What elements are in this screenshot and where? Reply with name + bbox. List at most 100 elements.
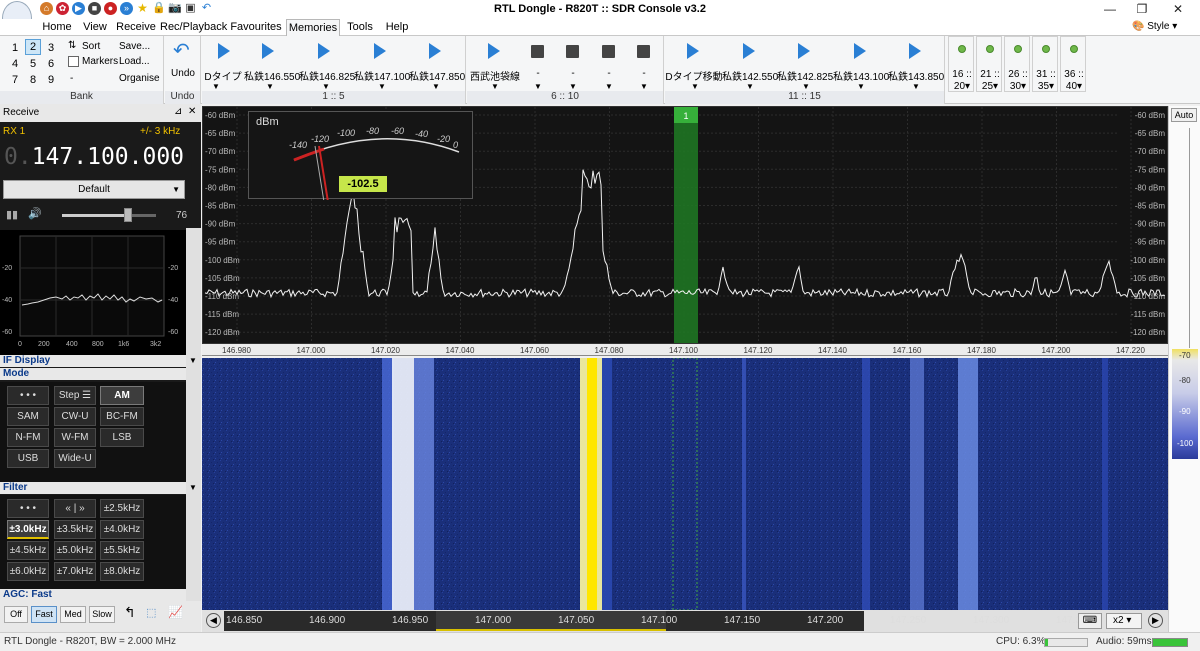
receive-marker-band[interactable] <box>674 107 698 343</box>
dropdown-icon[interactable]: ▼ <box>378 82 386 91</box>
filter-header[interactable]: Filter <box>0 482 186 494</box>
bank-4[interactable]: 4 <box>8 58 22 70</box>
memory-5[interactable]: 私鉄147.850 <box>409 68 465 83</box>
page-31-35[interactable]: 31 :: 35▾ <box>1032 36 1058 92</box>
mode-wide-u-button[interactable]: Wide-U <box>54 449 96 468</box>
memory-1[interactable]: Dタイプ <box>202 68 244 83</box>
dropdown-icon[interactable]: ▼ <box>605 82 613 91</box>
scroll-right-icon[interactable]: ▶ <box>1148 613 1163 628</box>
dropdown-icon[interactable]: ▼ <box>266 82 274 91</box>
mode-bc-fm-button[interactable]: BC-FM <box>100 407 144 426</box>
filter-more-button[interactable]: • • • <box>7 499 49 518</box>
memory-8[interactable]: - <box>556 68 590 79</box>
markers-checkbox[interactable] <box>68 56 79 67</box>
bank-9[interactable]: 9 <box>44 74 58 86</box>
bank-3[interactable]: 3 <box>44 42 58 54</box>
filter-5-0-button[interactable]: ±5.0kHz <box>54 541 96 560</box>
memory-6[interactable]: 西武池袋線 <box>467 68 523 83</box>
menu-tools[interactable]: Tools <box>342 19 378 36</box>
save-button[interactable]: Save... <box>119 41 150 52</box>
page-26-30[interactable]: 26 :: 30▾ <box>1004 36 1030 92</box>
memory-9[interactable]: - <box>592 68 626 79</box>
dropdown-icon[interactable]: ▼ <box>691 82 699 91</box>
auto-button[interactable]: Auto <box>1171 108 1197 122</box>
filter-7-0-button[interactable]: ±7.0kHz <box>54 562 96 581</box>
preset-select[interactable]: Default ▼ <box>3 180 185 199</box>
bank-5[interactable]: 5 <box>26 58 40 70</box>
menu-favourites[interactable]: Favourites <box>228 19 284 36</box>
bank-1[interactable]: 1 <box>8 42 22 54</box>
menu-rec-playback[interactable]: Rec/Playback <box>160 19 227 36</box>
mode-header[interactable]: Mode <box>0 368 186 380</box>
close-panel-icon[interactable]: ✕ <box>188 106 196 117</box>
bank-2[interactable]: 2 <box>25 39 41 55</box>
dropdown-icon[interactable]: ▼ <box>322 82 330 91</box>
spectrum-display[interactable]: 1 -60 dBm -65 dBm -70 dBm -75 dBm -80 dBm -85… <box>202 106 1168 344</box>
undo-button[interactable]: Undo <box>165 68 201 79</box>
filter-6-0-button[interactable]: ±6.0kHz <box>7 562 49 581</box>
bank-8[interactable]: 8 <box>26 74 40 86</box>
close-button[interactable]: ✕ <box>1163 0 1193 19</box>
frequency-axis[interactable]: 146.980 147.000 147.020 147.040 147.060 147.0… <box>202 344 1168 356</box>
mode-lsb-button[interactable]: LSB <box>100 428 144 447</box>
menu-help[interactable]: Help <box>380 19 414 36</box>
if-display-header[interactable]: IF Display <box>0 355 186 367</box>
mode-sam-button[interactable]: SAM <box>7 407 49 426</box>
filter-4-5-button[interactable]: ±4.5kHz <box>7 541 49 560</box>
load-button[interactable]: Load... <box>119 56 150 67</box>
style-menu[interactable]: 🎨 Style ▾ <box>1132 21 1177 32</box>
memory-14[interactable]: 私鉄143.100 <box>833 68 889 83</box>
page-16-20[interactable]: 16 :: 20▾ <box>948 36 974 92</box>
agc-off-button[interactable]: Off <box>4 606 28 623</box>
sort-button[interactable]: Sort <box>82 41 100 52</box>
filter-2-5-button[interactable]: ±2.5kHz <box>100 499 144 518</box>
maximize-button[interactable]: ❐ <box>1127 0 1157 19</box>
keyboard-icon[interactable]: ⌨ <box>1078 613 1102 629</box>
mode-w-fm-button[interactable]: W-FM <box>54 428 96 447</box>
organise-button[interactable]: Organise <box>119 73 160 84</box>
level-bars-icon[interactable]: ▮▮ <box>6 208 18 221</box>
agc-fast-button[interactable]: Fast <box>31 606 57 623</box>
speaker-icon[interactable]: 🔊 <box>28 207 42 220</box>
mode-n-fm-button[interactable]: N-FM <box>7 428 49 447</box>
page-36-40[interactable]: 36 :: 40▾ <box>1060 36 1086 92</box>
menu-view[interactable]: View <box>78 19 112 36</box>
memory-10[interactable]: - <box>627 68 661 79</box>
filter-adjust-button[interactable]: « | » <box>54 499 96 518</box>
dropdown-icon[interactable]: ▼ <box>534 82 542 91</box>
frequency-display[interactable]: 0.147.100.000 <box>4 144 184 170</box>
scroll-up-icon[interactable]: ▼ <box>189 356 197 365</box>
filter-4-0-button[interactable]: ±4.0kHz <box>100 520 144 539</box>
memory-7[interactable]: - <box>521 68 555 79</box>
waterfall-scroller[interactable]: ◀ 146.850 146.900 146.950 147.000 147.050 147… <box>202 610 1168 632</box>
mode-cw-u-button[interactable]: CW-U <box>54 407 96 426</box>
volume-slider[interactable] <box>62 208 156 222</box>
bank-7[interactable]: 7 <box>8 74 22 86</box>
dropdown-icon[interactable]: ▼ <box>802 82 810 91</box>
dropdown-icon[interactable]: ▼ <box>491 82 499 91</box>
dropdown-icon[interactable]: ▼ <box>569 82 577 91</box>
dropdown-icon[interactable]: ▼ <box>212 82 220 91</box>
filter-5-5-button[interactable]: ±5.5kHz <box>100 541 144 560</box>
memory-15[interactable]: 私鉄143.850 <box>888 68 944 83</box>
filter-3-0-button[interactable]: ±3.0kHz <box>7 520 49 539</box>
panel-scrollbar[interactable]: ▼ ▼ <box>186 228 201 601</box>
dropdown-icon[interactable]: ▼ <box>432 82 440 91</box>
dropdown-icon[interactable]: ▼ <box>912 82 920 91</box>
right-scale[interactable]: Auto -70 -80 -90 -100 <box>1168 106 1200 632</box>
menu-home[interactable]: Home <box>38 19 76 36</box>
waterfall-display[interactable] <box>202 358 1168 610</box>
return-arrow-icon[interactable]: ↰ <box>124 604 136 621</box>
mode-more-button[interactable]: • • • <box>7 386 49 405</box>
memory-2[interactable]: 私鉄146.550 <box>244 68 300 83</box>
agc-med-button[interactable]: Med <box>60 606 86 623</box>
scroll-icon[interactable]: ▼ <box>189 483 197 492</box>
page-21-25[interactable]: 21 :: 25▾ <box>976 36 1002 92</box>
menu-receive[interactable]: Receive <box>114 19 158 36</box>
chart-icon[interactable]: 📈 <box>168 605 183 619</box>
volume-thumb[interactable] <box>123 208 132 222</box>
filter-3-5-button[interactable]: ±3.5kHz <box>54 520 96 539</box>
memory-12[interactable]: 私鉄142.550 <box>722 68 778 83</box>
dropdown-icon[interactable]: ▼ <box>640 82 648 91</box>
pin-icon[interactable]: ⊿ <box>174 106 182 117</box>
